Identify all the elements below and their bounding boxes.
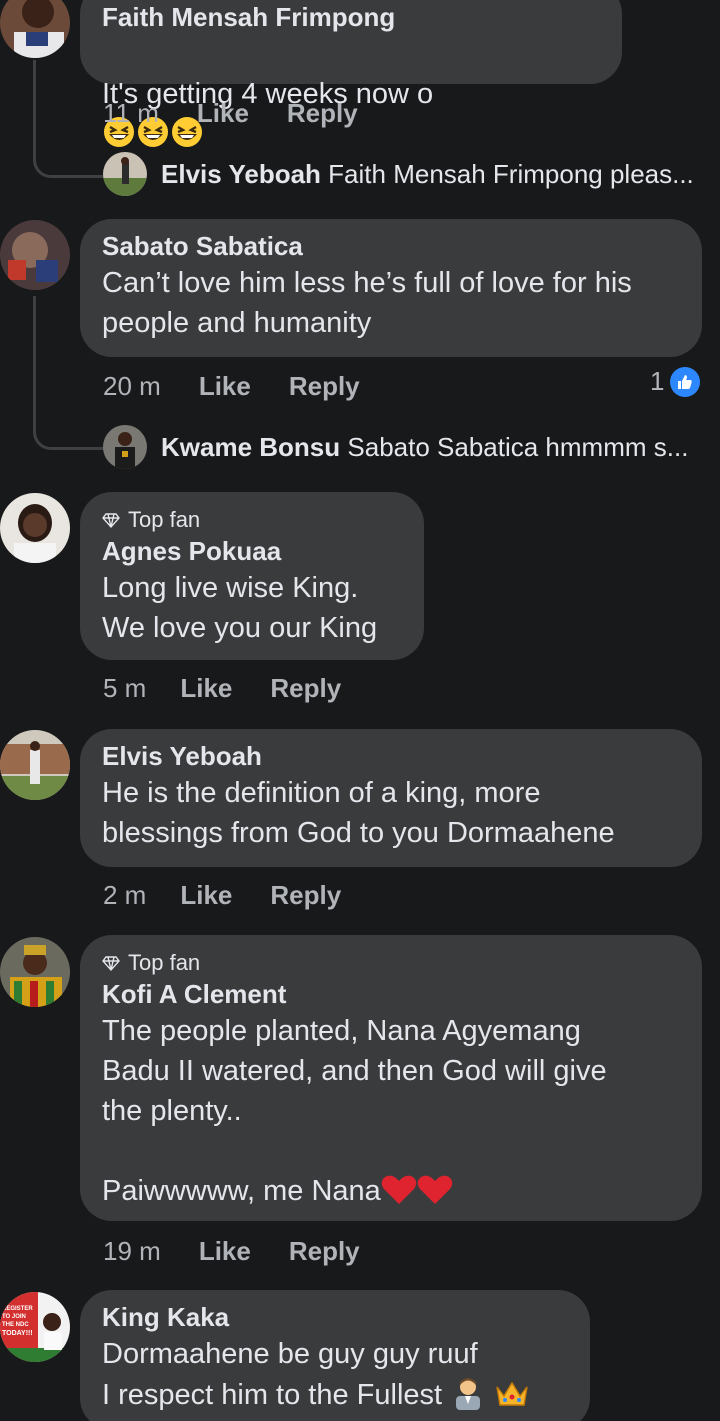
comment-text: Dormaahene be guy guy ruuf I respect him… [102,1338,478,1411]
reply-snippet: Sabato Sabatica hmmmm s... [347,432,689,462]
avatar-agnes[interactable] [0,493,70,563]
crown-icon [494,1378,530,1421]
comment-actions: 5 m Like Reply [103,672,341,704]
like-button[interactable]: Like [199,370,251,402]
reply-preview[interactable]: Elvis Yeboah Faith Mensah Frimpong pleas… [161,157,694,191]
avatar-king-kaka[interactable]: REGISTER TO JOIN THE NDC TODAY!!! [0,1292,70,1362]
comment-bubble[interactable]: King Kaka Dormaahene be guy guy ruuf I r… [80,1290,590,1421]
avatar-text: TODAY!!! [2,1330,33,1337]
avatar-elvis[interactable] [0,730,70,800]
comment-text: The people planted, Nana Agyemang Badu I… [102,1015,607,1207]
reply-author: Elvis Yeboah [161,159,321,189]
reply-button[interactable]: Reply [289,370,360,402]
commenter-name[interactable]: Faith Mensah Frimpong [102,0,600,34]
comment-time: 5 m [103,673,147,703]
reply-button[interactable]: Reply [270,879,341,911]
avatar-kofi[interactable] [0,937,70,1007]
like-button[interactable]: Like [197,97,249,129]
top-fan-badge: Top fan [128,950,201,975]
reply-button[interactable]: Reply [270,672,341,704]
avatar-faith[interactable] [0,0,70,58]
comment-text: Long live wise King. We love you our Kin… [102,572,378,644]
like-button[interactable]: Like [180,672,232,704]
comment-actions: 19 m Like Reply [103,1235,360,1267]
thumbs-up-icon [670,366,701,397]
comment-text: He is the definition of a king, more ble… [102,777,615,849]
reply-button[interactable]: Reply [287,97,358,129]
comment-bubble[interactable]: Faith Mensah Frimpong It's getting 4 wee… [80,0,622,147]
comment-bubble[interactable]: Sabato Sabatica Can’t love him less he’s… [80,219,702,357]
avatar-sabato[interactable] [0,220,70,290]
like-button[interactable]: Like [199,1235,251,1267]
commenter-name[interactable]: Kofi A Clement [102,977,680,1011]
reaction-count: 1 [650,366,665,396]
comment-actions: 20 m Like Reply [103,370,360,402]
reaction-summary[interactable]: 1 [650,366,701,397]
red-heart-icon [381,1174,417,1217]
top-fan-badge: Top fan [128,507,201,532]
reply-button[interactable]: Reply [289,1235,360,1267]
comment-bubble[interactable]: Top fan Kofi A Clement The people plante… [80,935,702,1221]
commenter-name[interactable]: Elvis Yeboah [102,739,680,773]
comment-time: 20 m [103,371,161,401]
comment-bubble[interactable]: Elvis Yeboah He is the definition of a k… [80,729,702,867]
commenter-name[interactable]: Agnes Pokuaa [102,534,402,568]
comment-actions: 11 m Like Reply [103,97,358,129]
reply-snippet: Faith Mensah Frimpong pleas... [328,159,694,189]
red-heart-icon [417,1174,453,1217]
commenter-name[interactable]: King Kaka [102,1300,568,1334]
comment-actions: 2 m Like Reply [103,879,341,911]
commenter-name[interactable]: Sabato Sabatica [102,229,680,263]
comment-text: Can’t love him less he’s full of love fo… [102,267,632,339]
avatar-text: REGISTER [2,1306,33,1312]
comment-bubble[interactable]: Top fan Agnes Pokuaa Long live wise King… [80,492,424,660]
man-office-worker-icon [450,1374,486,1421]
avatar-kwame-mini[interactable] [103,425,147,469]
comment-time: 2 m [103,880,147,910]
reply-preview[interactable]: Kwame Bonsu Sabato Sabatica hmmmm s... [161,430,688,464]
comments-feed: Faith Mensah Frimpong It's getting 4 wee… [0,0,720,1421]
avatar-elvis-mini[interactable] [103,152,147,196]
comment-time: 11 m [103,98,159,128]
reply-author: Kwame Bonsu [161,432,341,462]
like-button[interactable]: Like [180,879,232,911]
avatar-text: TO JOIN [2,1314,26,1320]
diamond-icon [102,513,120,529]
comment-time: 19 m [103,1236,161,1266]
avatar-text: THE NDC [2,1322,29,1328]
diamond-icon [102,956,120,972]
